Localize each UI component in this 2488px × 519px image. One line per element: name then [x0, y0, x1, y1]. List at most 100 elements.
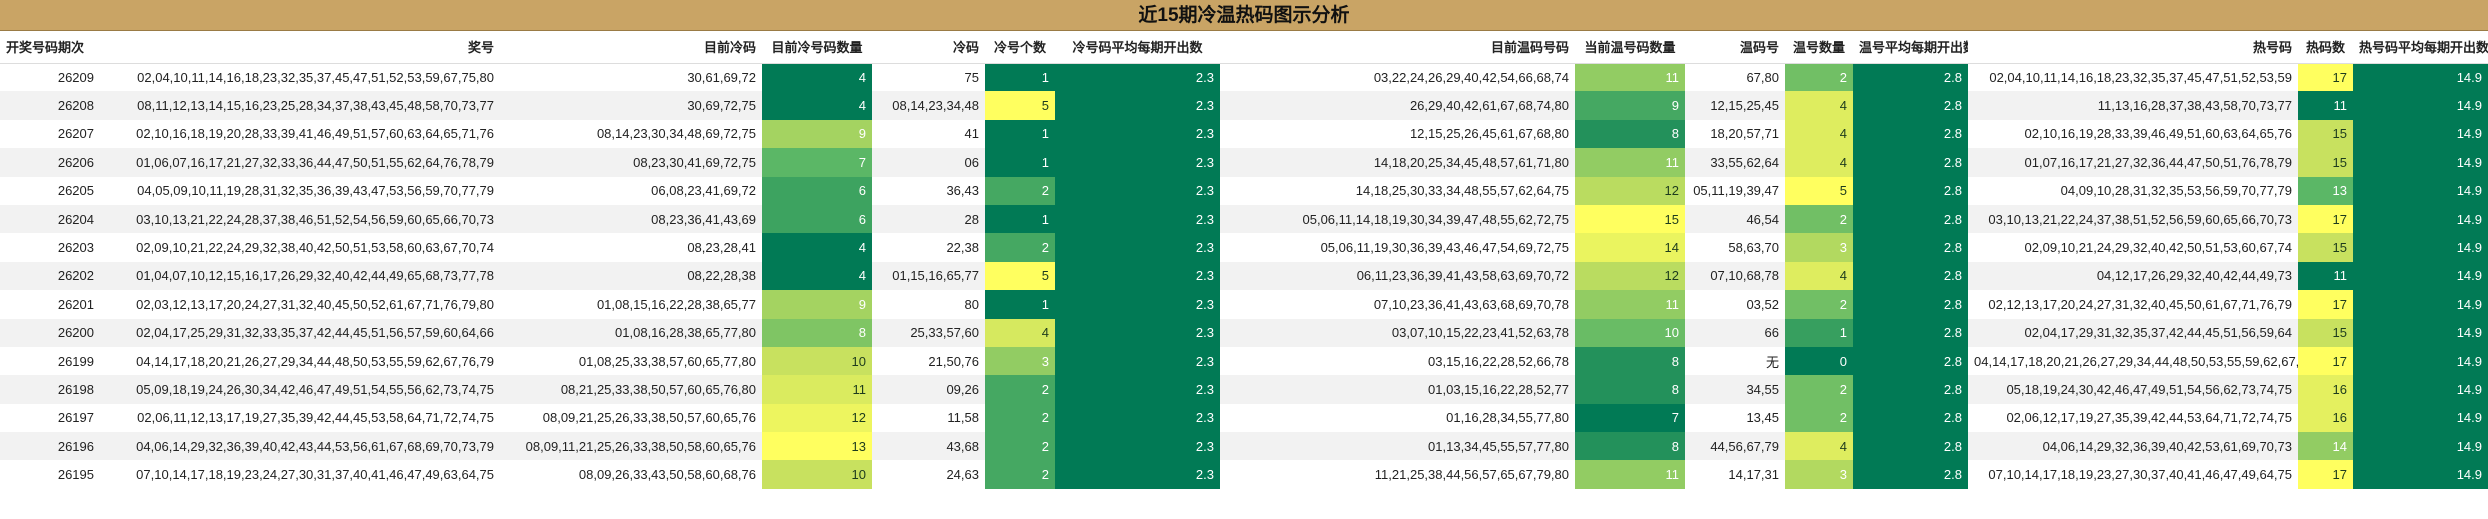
cell-cold-count: 1	[985, 290, 1055, 319]
cell-hot: 02,06,12,17,19,27,35,39,42,44,53,64,71,7…	[1968, 403, 2298, 433]
table-row: 26198 05,09,18,19,24,26,30,34,42,46,47,49…	[0, 375, 2488, 404]
header-current-cold-count: 目前冷号码数量	[762, 31, 872, 64]
cell-cold-avg: 2.3	[1055, 460, 1220, 489]
cell-warm-avg: 2.8	[1853, 91, 1968, 120]
cell-hot-avg: 14.9	[2353, 204, 2488, 234]
cell-hot-count: 17	[2298, 346, 2353, 376]
table-row: 26208 08,11,12,13,14,15,16,23,25,28,34,37…	[0, 91, 2488, 120]
cell-warm-avg: 2.8	[1853, 403, 1968, 433]
cell-current-warm: 05,06,11,14,18,19,30,34,39,47,48,55,62,7…	[1220, 204, 1575, 234]
header-current-cold: 目前冷码	[500, 31, 762, 64]
cell-cold: 22,38	[872, 233, 985, 262]
cell-numbers: 02,04,17,25,29,31,32,33,35,37,42,44,45,5…	[100, 318, 500, 347]
table-row: 26206 01,06,07,16,17,21,27,32,33,36,44,47…	[0, 148, 2488, 177]
cell-hot: 03,10,13,21,22,24,37,38,51,52,56,59,60,6…	[1968, 204, 2298, 234]
cell-cold-avg: 2.3	[1055, 375, 1220, 404]
cell-period: 26203	[0, 233, 100, 262]
cell-hot-count: 17	[2298, 290, 2353, 319]
cell-warm-count: 4	[1785, 119, 1853, 149]
cell-current-warm-count: 11	[1575, 148, 1685, 177]
cell-current-warm-count: 11	[1575, 63, 1685, 92]
cell-hot-count: 17	[2298, 204, 2353, 234]
cell-period: 26195	[0, 460, 100, 489]
analysis-table: 开奖号码期次 奖号 目前冷码 目前冷号码数量 冷码 冷号个数 冷号码平均每期开出…	[0, 31, 2488, 489]
cell-current-cold: 08,23,28,41	[500, 233, 762, 262]
cell-current-warm: 06,11,23,36,39,41,43,58,63,69,70,72	[1220, 261, 1575, 291]
cell-numbers: 04,06,14,29,32,36,39,40,42,43,44,53,56,6…	[100, 432, 500, 461]
cell-warm: 66	[1685, 318, 1785, 347]
cell-period: 26209	[0, 63, 100, 92]
cell-current-cold: 30,61,69,72	[500, 63, 762, 92]
cell-cold-count: 2	[985, 403, 1055, 433]
cell-cold: 24,63	[872, 460, 985, 489]
header-cold: 冷码	[872, 31, 985, 64]
cell-hot-avg: 14.9	[2353, 346, 2488, 376]
cell-current-warm-count: 8	[1575, 346, 1685, 376]
cell-warm-avg: 2.8	[1853, 290, 1968, 319]
cell-cold-count: 2	[985, 233, 1055, 262]
cell-numbers: 04,14,17,18,20,21,26,27,29,34,44,48,50,5…	[100, 346, 500, 376]
cell-period: 26200	[0, 318, 100, 347]
cell-cold-count: 1	[985, 204, 1055, 234]
header-current-warm: 目前温码号码	[1220, 31, 1575, 64]
table-row: 26207 02,10,16,18,19,20,28,33,39,41,46,49…	[0, 119, 2488, 149]
cell-warm-count: 5	[1785, 176, 1853, 205]
cell-current-warm: 07,10,23,36,41,43,63,68,69,70,78	[1220, 290, 1575, 319]
cell-hot: 02,04,17,29,31,32,35,37,42,44,45,51,56,5…	[1968, 318, 2298, 347]
cell-warm-count: 4	[1785, 432, 1853, 461]
cell-current-warm-count: 9	[1575, 91, 1685, 120]
cell-hot-avg: 14.9	[2353, 91, 2488, 120]
cell-hot-avg: 14.9	[2353, 375, 2488, 404]
cell-current-cold: 08,09,26,33,43,50,58,60,68,76	[500, 460, 762, 489]
cell-numbers: 01,06,07,16,17,21,27,32,33,36,44,47,50,5…	[100, 148, 500, 177]
cell-warm-count: 3	[1785, 233, 1853, 262]
cell-hot-count: 17	[2298, 460, 2353, 489]
cell-cold: 80	[872, 290, 985, 319]
cell-current-cold-count: 4	[762, 91, 872, 120]
cell-warm-count: 4	[1785, 148, 1853, 177]
cell-warm-avg: 2.8	[1853, 148, 1968, 177]
cell-cold: 11,58	[872, 403, 985, 433]
cell-current-cold: 01,08,15,16,22,28,38,65,77	[500, 290, 762, 319]
cell-current-warm: 03,07,10,15,22,23,41,52,63,78	[1220, 318, 1575, 347]
header-cold-count: 冷号个数	[985, 31, 1055, 64]
cell-current-warm-count: 11	[1575, 290, 1685, 319]
cell-cold: 06	[872, 148, 985, 177]
cell-warm-avg: 2.8	[1853, 261, 1968, 291]
cell-current-cold: 08,23,36,41,43,69	[500, 204, 762, 234]
cell-cold-avg: 2.3	[1055, 233, 1220, 262]
cell-period: 26202	[0, 261, 100, 291]
cell-numbers: 02,06,11,12,13,17,19,27,35,39,42,44,45,5…	[100, 403, 500, 433]
cell-period: 26204	[0, 204, 100, 234]
cell-current-warm: 05,06,11,19,30,36,39,43,46,47,54,69,72,7…	[1220, 233, 1575, 262]
cell-warm: 18,20,57,71	[1685, 119, 1785, 149]
cell-warm-count: 4	[1785, 91, 1853, 120]
cell-warm: 03,52	[1685, 290, 1785, 319]
cell-current-cold-count: 4	[762, 63, 872, 92]
cell-hot: 02,12,13,17,20,24,27,31,32,40,45,50,61,6…	[1968, 290, 2298, 319]
cell-hot-count: 15	[2298, 148, 2353, 177]
cell-cold: 08,14,23,34,48	[872, 91, 985, 120]
cell-hot: 04,09,10,28,31,32,35,53,56,59,70,77,79	[1968, 176, 2298, 205]
cell-cold-count: 1	[985, 63, 1055, 92]
cell-warm-avg: 2.8	[1853, 233, 1968, 262]
cell-current-cold-count: 10	[762, 460, 872, 489]
header-current-warm-count: 当前温号码数量	[1575, 31, 1685, 64]
cell-warm-count: 3	[1785, 460, 1853, 489]
cell-current-warm-count: 8	[1575, 432, 1685, 461]
cell-numbers: 02,04,10,11,14,16,18,23,32,35,37,45,47,5…	[100, 63, 500, 92]
cell-current-warm-count: 7	[1575, 403, 1685, 433]
table-row: 26201 02,03,12,13,17,20,24,27,31,32,40,45…	[0, 290, 2488, 319]
cell-current-cold-count: 7	[762, 148, 872, 177]
cell-current-cold: 06,08,23,41,69,72	[500, 176, 762, 205]
cell-current-cold-count: 11	[762, 375, 872, 404]
cell-warm-count: 2	[1785, 375, 1853, 404]
cell-hot-count: 15	[2298, 119, 2353, 149]
cell-numbers: 02,03,12,13,17,20,24,27,31,32,40,45,50,5…	[100, 290, 500, 319]
cell-cold-avg: 2.3	[1055, 290, 1220, 319]
header-hot: 热号码	[1968, 31, 2298, 64]
cell-cold-count: 1	[985, 148, 1055, 177]
cell-warm-count: 2	[1785, 63, 1853, 92]
cell-current-cold-count: 12	[762, 403, 872, 433]
cell-warm-count: 0	[1785, 346, 1853, 376]
